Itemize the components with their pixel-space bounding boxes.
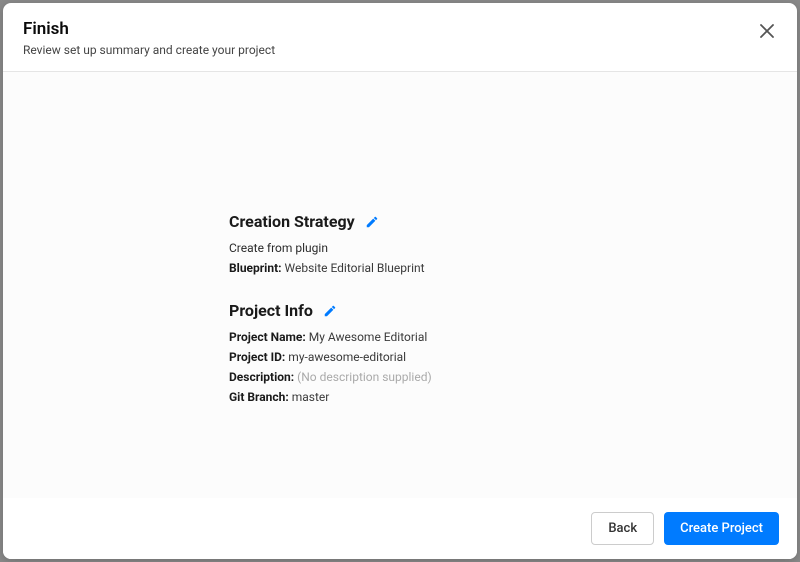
modal-title: Finish (23, 19, 777, 39)
modal-subtitle: Review set up summary and create your pr… (23, 43, 777, 57)
modal-header: Finish Review set up summary and create … (3, 3, 797, 72)
creation-strategy-title: Creation Strategy (229, 212, 355, 231)
modal-footer: Back Create Project (3, 498, 797, 559)
modal-body: Creation Strategy Create from plugin Blu… (3, 72, 797, 498)
project-id-value: my-awesome-editorial (288, 350, 406, 364)
creation-strategy-text: Create from plugin (229, 241, 797, 255)
blueprint-row: Blueprint: Website Editorial Blueprint (229, 261, 797, 275)
blueprint-label: Blueprint: (229, 261, 282, 275)
description-value: (No description supplied) (297, 370, 432, 384)
git-branch-label: Git Branch: (229, 390, 289, 404)
create-project-button[interactable]: Create Project (664, 512, 779, 545)
project-info-title: Project Info (229, 301, 313, 320)
project-info-section: Project Info Project Name: My Awesome Ed… (229, 301, 797, 404)
creation-strategy-section: Creation Strategy Create from plugin Blu… (229, 212, 797, 275)
project-id-label: Project ID: (229, 350, 285, 364)
project-name-row: Project Name: My Awesome Editorial (229, 330, 797, 344)
project-id-row: Project ID: my-awesome-editorial (229, 350, 797, 364)
description-row: Description: (No description supplied) (229, 370, 797, 384)
project-name-value: My Awesome Editorial (309, 330, 428, 344)
close-icon (760, 24, 774, 38)
description-label: Description: (229, 370, 294, 384)
finish-modal: Finish Review set up summary and create … (3, 3, 797, 559)
edit-project-info-button[interactable] (323, 304, 337, 318)
blueprint-value: Website Editorial Blueprint (285, 261, 425, 275)
pencil-icon (323, 304, 337, 318)
git-branch-row: Git Branch: master (229, 390, 797, 404)
edit-creation-strategy-button[interactable] (365, 215, 379, 229)
close-button[interactable] (757, 21, 777, 41)
back-button[interactable]: Back (591, 512, 654, 545)
section-header: Creation Strategy (229, 212, 797, 231)
section-header: Project Info (229, 301, 797, 320)
project-name-label: Project Name: (229, 330, 306, 344)
git-branch-value: master (292, 390, 330, 404)
pencil-icon (365, 215, 379, 229)
